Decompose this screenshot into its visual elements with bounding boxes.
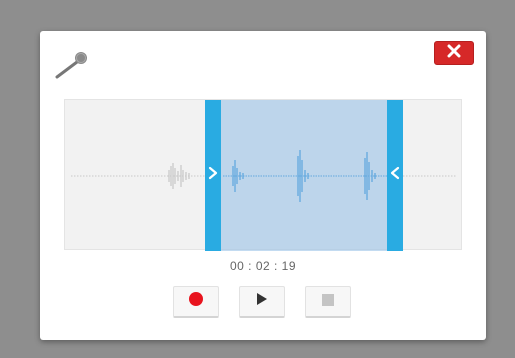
trim-end-handle[interactable]	[387, 100, 403, 251]
waveform-track[interactable]	[64, 99, 462, 251]
stop-button[interactable]	[305, 286, 351, 318]
chevron-right-icon	[208, 166, 218, 185]
close-x-icon	[447, 44, 461, 63]
play-icon	[256, 292, 268, 311]
chevron-left-icon	[390, 166, 400, 185]
record-button[interactable]	[173, 286, 219, 318]
time-display: 00 : 02 : 19	[229, 259, 297, 273]
selection-region[interactable]	[205, 100, 403, 251]
record-icon	[188, 291, 204, 312]
microphone-icon	[53, 49, 89, 81]
recorder-dialog: 00 : 02 : 19	[40, 31, 486, 340]
stop-icon	[322, 293, 334, 311]
close-button[interactable]	[434, 41, 474, 65]
playback-controls	[173, 286, 351, 318]
trim-start-handle[interactable]	[205, 100, 221, 251]
play-button[interactable]	[239, 286, 285, 318]
